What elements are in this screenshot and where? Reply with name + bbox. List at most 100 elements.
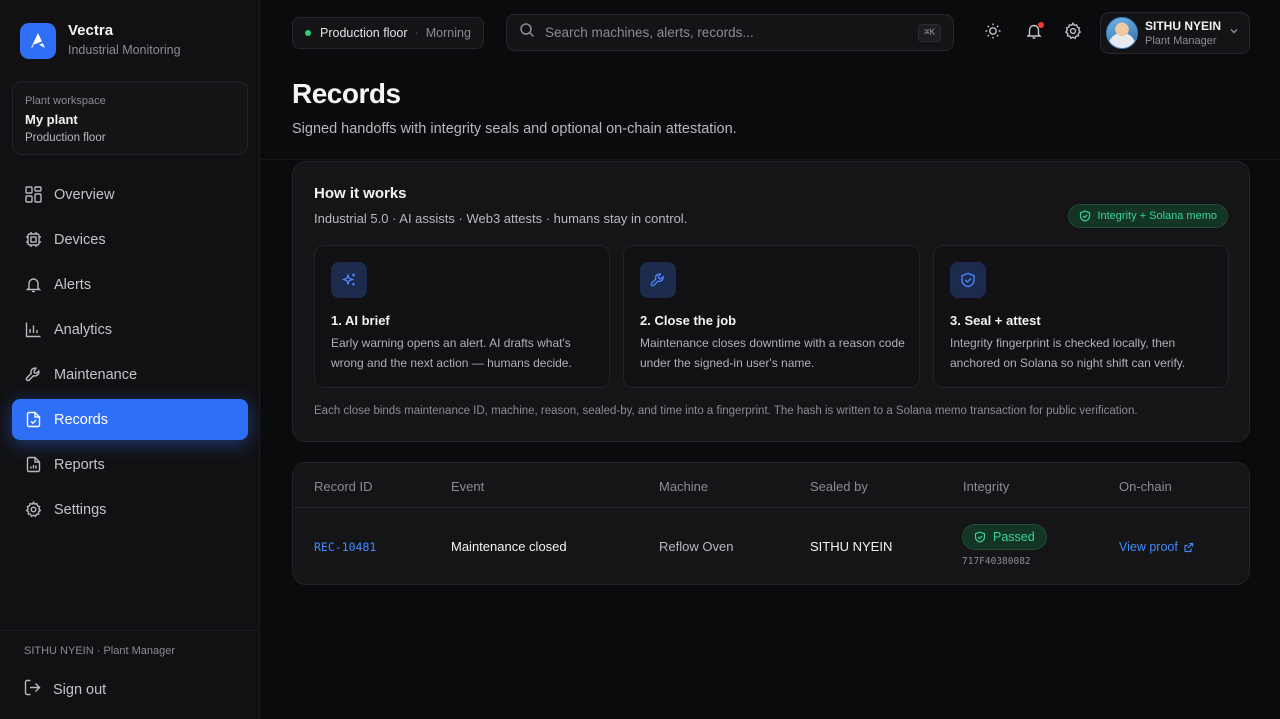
external-link-icon xyxy=(1184,542,1193,552)
sidebar-item-label: Settings xyxy=(54,501,107,518)
grid-icon xyxy=(24,186,42,204)
sidebar-nav: Overview Devices Alerts Analytics Mainte… xyxy=(12,174,248,534)
page-title: Records xyxy=(292,78,401,109)
event-cell: Maintenance closed xyxy=(451,539,567,554)
search-input[interactable] xyxy=(545,25,919,40)
floor-label: Production floor xyxy=(320,26,408,40)
settings-button[interactable] xyxy=(1062,21,1084,45)
step-title: 3. Seal + attest xyxy=(950,313,1041,328)
column-header[interactable]: Record ID xyxy=(314,479,373,494)
sign-out-icon xyxy=(24,679,41,701)
step-title: 2. Close the job xyxy=(640,313,737,328)
status-dot xyxy=(305,30,311,36)
status-badge: Passed xyxy=(962,524,1047,550)
sealed-by-cell: SITHU NYEIN xyxy=(810,539,893,554)
report-icon xyxy=(24,456,42,474)
page-subtitle: Signed handoffs with integrity seals and… xyxy=(292,121,737,137)
search-icon xyxy=(519,22,535,43)
shift-label: Morning xyxy=(425,26,471,40)
shield-check-icon xyxy=(974,531,986,543)
notification-badge xyxy=(1038,22,1044,28)
workspace-name: My plant xyxy=(25,112,78,127)
wrench-icon xyxy=(24,366,42,384)
sidebar-item-label: Records xyxy=(54,411,108,428)
chevron-down-icon xyxy=(1228,24,1240,42)
gear-icon xyxy=(24,501,42,519)
how-footnote: Each close binds maintenance ID, machine… xyxy=(314,405,1138,417)
sidebar-item-analytics[interactable]: Analytics xyxy=(12,309,248,350)
step-description: Maintenance closes downtime with a reaso… xyxy=(640,336,905,370)
shield-check-icon xyxy=(1080,210,1091,222)
how-title: How it works xyxy=(314,185,407,202)
table-header: Record ID Event Machine Sealed by Integr… xyxy=(293,463,1249,508)
sidebar-item-devices[interactable]: Devices xyxy=(12,219,248,260)
sun-icon xyxy=(984,22,1002,45)
step-title: 1. AI brief xyxy=(331,313,390,328)
user-role: Plant Manager xyxy=(1145,34,1217,47)
view-proof-label: View proof xyxy=(1119,540,1178,554)
column-header[interactable]: Machine xyxy=(659,479,708,494)
bar-chart-icon xyxy=(24,321,42,339)
sidebar-item-records[interactable]: Records xyxy=(12,399,248,440)
workspace-card[interactable]: Plant workspace My plant Production floo… xyxy=(12,81,248,155)
step-description: Integrity fingerprint is checked locally… xyxy=(950,336,1186,370)
sidebar-item-label: Maintenance xyxy=(54,366,138,383)
column-header[interactable]: Sealed by xyxy=(810,479,868,494)
workspace-label: Plant workspace xyxy=(25,95,106,107)
file-check-icon xyxy=(24,411,42,429)
avatar xyxy=(1106,17,1138,49)
sidebar-item-alerts[interactable]: Alerts xyxy=(12,264,248,305)
sidebar-item-label: Overview xyxy=(54,186,115,203)
shortcut-hint: ⌘K xyxy=(918,23,941,42)
status-label: Passed xyxy=(993,530,1035,544)
sidebar-item-label: Analytics xyxy=(54,321,113,338)
sidebar-item-reports[interactable]: Reports xyxy=(12,444,248,485)
bell-icon xyxy=(24,276,42,294)
chip-icon xyxy=(24,231,42,249)
workspace-floor: Production floor xyxy=(25,132,106,144)
column-header[interactable]: On-chain xyxy=(1119,479,1172,494)
sidebar-item-label: Reports xyxy=(54,456,105,473)
sidebar-item-overview[interactable]: Overview xyxy=(12,174,248,215)
step-description: Early warning opens an alert. AI drafts … xyxy=(331,336,572,370)
record-id-link[interactable]: REC-10481 xyxy=(314,540,376,554)
how-it-works-card: How it works Industrial 5.0 · AI assists… xyxy=(292,161,1250,442)
theme-toggle-button[interactable] xyxy=(982,22,1004,44)
notifications-button[interactable] xyxy=(1023,22,1045,44)
how-subtitle: Industrial 5.0 · AI assists · Web3 attes… xyxy=(314,211,688,226)
sidebar-item-label: Devices xyxy=(54,231,106,248)
sign-out-label: Sign out xyxy=(53,682,107,698)
sidebar-footer: SITHU NYEIN · Plant Manager Sign out xyxy=(0,630,260,698)
view-proof-link[interactable]: View proof xyxy=(1119,540,1194,554)
brand[interactable]: Vectra Industrial Monitoring xyxy=(20,22,181,59)
user-name: SITHU NYEIN xyxy=(1145,18,1222,33)
user-menu[interactable]: SITHU NYEIN Plant Manager xyxy=(1100,12,1250,54)
wrench-icon xyxy=(640,262,676,298)
column-header[interactable]: Integrity xyxy=(963,479,1009,494)
sidebar-user-label: SITHU NYEIN · Plant Manager xyxy=(24,645,175,657)
integrity-badge-label: Integrity + Solana memo xyxy=(1097,210,1217,222)
records-table: Record ID Event Machine Sealed by Integr… xyxy=(292,462,1250,585)
sidebar-item-label: Alerts xyxy=(54,276,92,293)
machine-cell: Reflow Oven xyxy=(659,539,734,554)
separator: · xyxy=(414,26,419,40)
vectra-logo-icon xyxy=(20,22,56,59)
step-card-close-job: 2. Close the job Maintenance closes down… xyxy=(623,245,920,388)
sidebar-item-settings[interactable]: Settings xyxy=(12,489,248,530)
step-card-seal-attest: 3. Seal + attest Integrity fingerprint i… xyxy=(933,245,1229,388)
shield-icon xyxy=(950,262,986,298)
sparkles-icon xyxy=(331,262,367,298)
sidebar-item-maintenance[interactable]: Maintenance xyxy=(12,354,248,395)
column-header[interactable]: Event xyxy=(451,479,484,494)
hash-value: 717F40380082 xyxy=(962,556,1031,567)
sidebar: Vectra Industrial Monitoring Plant works… xyxy=(0,0,260,719)
header-divider xyxy=(260,159,1280,160)
search-bar[interactable]: ⌘K xyxy=(506,14,954,51)
floor-shift-selector[interactable]: Production floor · Morning xyxy=(292,17,484,49)
gear-icon xyxy=(1064,21,1082,45)
brand-name: Vectra xyxy=(68,22,114,39)
brand-subtitle: Industrial Monitoring xyxy=(68,43,181,57)
step-card-ai-brief: 1. AI brief Early warning opens an alert… xyxy=(314,245,610,388)
integrity-badge: Integrity + Solana memo xyxy=(1068,204,1228,228)
sign-out-button[interactable]: Sign out xyxy=(24,679,106,701)
